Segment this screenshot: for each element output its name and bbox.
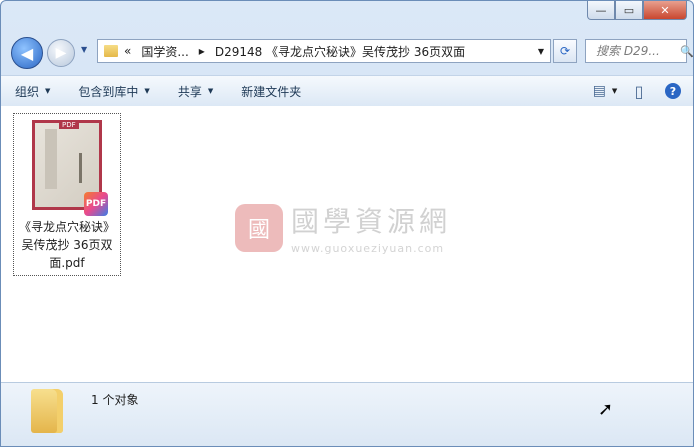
file-list-area[interactable]: PDF PDF 《寻龙点穴秘诀》 吴传茂抄 36页双 面.pdf 國 國學資源網… (1, 106, 693, 382)
change-view-button[interactable]: ▤ ▼ (592, 80, 618, 102)
pdf-icon: PDF (84, 192, 108, 216)
chevron-down-icon: ▼ (45, 87, 51, 95)
organize-label: 组织 (15, 84, 40, 99)
watermark: 國 國學資源網 www.guoxueziyuan.com (235, 200, 451, 255)
item-count: 1 个对象 (91, 393, 139, 407)
view-icon: ▤ (592, 83, 606, 99)
help-icon: ? (665, 83, 681, 99)
breadcrumb-overflow[interactable]: « (124, 44, 131, 58)
thumbnail-pdf-label: PDF (59, 121, 79, 129)
include-in-library-label: 包含到库中 (78, 84, 139, 99)
file-name-line-1: 《寻龙点穴秘诀》 (18, 220, 115, 234)
help-button[interactable]: ? (661, 80, 685, 102)
address-bar[interactable]: « 国学资... ▸ D29148 《寻龙点穴秘诀》吴传茂抄 36页双面 ▼ (97, 39, 551, 63)
file-item[interactable]: PDF PDF 《寻龙点穴秘诀》 吴传茂抄 36页双 面.pdf (13, 113, 121, 276)
thumbnail-text-column (79, 153, 82, 183)
search-icon[interactable]: 🔍 (680, 45, 693, 58)
breadcrumb-separator[interactable]: ▸ (199, 44, 205, 58)
minimize-button[interactable]: — (587, 1, 615, 20)
include-in-library-menu[interactable]: 包含到库中 ▼ (64, 77, 163, 105)
share-menu[interactable]: 共享 ▼ (164, 77, 227, 105)
navigation-bar: ◀ ▶ ▼ « 国学资... ▸ D29148 《寻龙点穴秘诀》吴传茂抄 36页… (1, 31, 693, 69)
maximize-button[interactable]: ▭ (615, 1, 643, 20)
chevron-down-icon: ▼ (611, 87, 618, 95)
watermark-text: 國學資源網 www.guoxueziyuan.com (291, 200, 451, 255)
preview-pane-button[interactable]: ▯ (627, 80, 651, 102)
new-folder-button[interactable]: 新建文件夹 (227, 77, 315, 105)
organize-menu[interactable]: 组织 ▼ (1, 77, 64, 105)
breadcrumb-root[interactable]: 国学资... (141, 43, 188, 60)
watermark-logo: 國 (235, 203, 283, 252)
mouse-cursor-icon: ➚ (598, 399, 614, 420)
search-box[interactable]: 🔍 (585, 39, 693, 63)
explorer-window: — ▭ ✕ ◀ ▶ ▼ « 国学资... ▸ D29148 《寻龙点穴秘诀》吴传… (0, 0, 694, 447)
close-button[interactable]: ✕ (643, 1, 687, 20)
chevron-down-icon: ▼ (144, 87, 150, 95)
file-name-line-3: 面.pdf (49, 256, 85, 270)
refresh-button[interactable]: ⟳ (553, 39, 577, 63)
command-bar: 组织 ▼ 包含到库中 ▼ 共享 ▼ 新建文件夹 ▤ ▼ ▯ ? (1, 75, 693, 107)
watermark-url: www.guoxueziyuan.com (291, 242, 445, 255)
folder-icon (31, 389, 63, 433)
watermark-name: 國學資源網 (291, 205, 452, 238)
file-name-line-2: 吴传茂抄 36页双 (21, 238, 113, 252)
back-button[interactable]: ◀ (11, 37, 43, 69)
chevron-down-icon: ▼ (207, 87, 214, 95)
address-dropdown[interactable]: ▼ (538, 47, 544, 56)
details-pane: 1 个对象 (1, 382, 693, 446)
recent-pages-dropdown[interactable]: ▼ (81, 45, 87, 54)
search-input[interactable] (594, 43, 676, 59)
breadcrumb-current[interactable]: D29148 《寻龙点穴秘诀》吴传茂抄 36页双面 (215, 43, 465, 60)
file-name[interactable]: 《寻龙点穴秘诀》 吴传茂抄 36页双 面.pdf (14, 218, 120, 272)
new-folder-label: 新建文件夹 (241, 84, 302, 99)
forward-button[interactable]: ▶ (47, 39, 75, 67)
preview-pane-icon: ▯ (634, 81, 644, 101)
share-label: 共享 (177, 84, 202, 99)
folder-icon (104, 45, 118, 57)
caption-buttons: — ▭ ✕ (587, 1, 687, 20)
command-bar-right: ▤ ▼ ▯ ? (583, 76, 685, 106)
thumbnail-title-strip (45, 129, 57, 189)
